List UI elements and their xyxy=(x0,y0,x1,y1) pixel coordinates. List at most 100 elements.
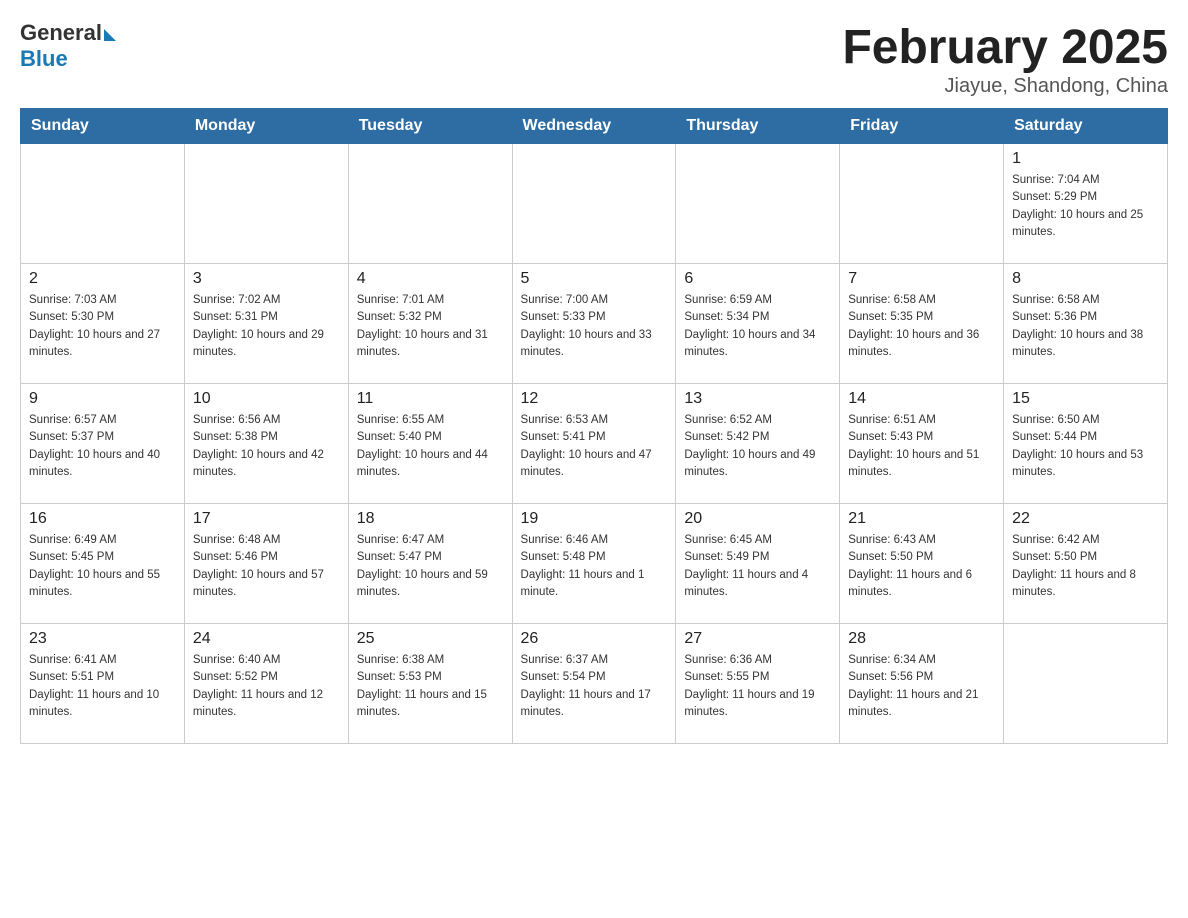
month-title: February 2025 xyxy=(842,20,1168,75)
header-row: SundayMondayTuesdayWednesdayThursdayFrid… xyxy=(21,109,1168,144)
day-number: 13 xyxy=(684,390,831,408)
day-number: 8 xyxy=(1012,270,1159,288)
day-info: Sunrise: 6:52 AMSunset: 5:42 PMDaylight:… xyxy=(684,412,831,481)
day-number: 7 xyxy=(848,270,995,288)
calendar-cell: 25 Sunrise: 6:38 AMSunset: 5:53 PMDayligh… xyxy=(348,624,512,744)
day-number: 26 xyxy=(521,630,668,648)
calendar-cell xyxy=(21,144,185,264)
calendar-cell xyxy=(1004,624,1168,744)
day-of-week-header: Sunday xyxy=(21,109,185,144)
day-number: 25 xyxy=(357,630,504,648)
title-section: February 2025 Jiayue, Shandong, China xyxy=(842,20,1168,98)
day-number: 23 xyxy=(29,630,176,648)
day-of-week-header: Saturday xyxy=(1004,109,1168,144)
calendar-cell: 24 Sunrise: 6:40 AMSunset: 5:52 PMDayligh… xyxy=(184,624,348,744)
calendar-cell: 7 Sunrise: 6:58 AMSunset: 5:35 PMDaylight… xyxy=(840,264,1004,384)
calendar-cell: 9 Sunrise: 6:57 AMSunset: 5:37 PMDaylight… xyxy=(21,384,185,504)
day-number: 10 xyxy=(193,390,340,408)
logo-blue-text: Blue xyxy=(20,46,68,72)
day-number: 6 xyxy=(684,270,831,288)
day-number: 27 xyxy=(684,630,831,648)
calendar-cell xyxy=(348,144,512,264)
calendar-cell: 21Sunrise: 6:43 AMSunset: 5:50 PMDayligh… xyxy=(840,504,1004,624)
day-info: Sunrise: 6:41 AMSunset: 5:51 PMDaylight:… xyxy=(29,652,176,721)
calendar-cell: 2Sunrise: 7:03 AMSunset: 5:30 PMDaylight… xyxy=(21,264,185,384)
calendar-cell: 17 Sunrise: 6:48 AMSunset: 5:46 PMDayligh… xyxy=(184,504,348,624)
day-of-week-header: Friday xyxy=(840,109,1004,144)
day-info: Sunrise: 6:45 AMSunset: 5:49 PMDaylight:… xyxy=(684,532,831,601)
calendar-cell: 4 Sunrise: 7:01 AMSunset: 5:32 PMDaylight… xyxy=(348,264,512,384)
page-header: General Blue February 2025 Jiayue, Shand… xyxy=(20,20,1168,98)
week-row: 1 Sunrise: 7:04 AMSunset: 5:29 PMDaylight… xyxy=(21,144,1168,264)
day-info: Sunrise: 6:48 AMSunset: 5:46 PMDaylight:… xyxy=(193,532,340,601)
week-row: 16Sunrise: 6:49 AMSunset: 5:45 PMDayligh… xyxy=(21,504,1168,624)
calendar-cell: 8 Sunrise: 6:58 AMSunset: 5:36 PMDaylight… xyxy=(1004,264,1168,384)
day-info: Sunrise: 6:55 AMSunset: 5:40 PMDaylight:… xyxy=(357,412,504,481)
calendar-cell xyxy=(512,144,676,264)
day-of-week-header: Tuesday xyxy=(348,109,512,144)
day-info: Sunrise: 6:36 AMSunset: 5:55 PMDaylight:… xyxy=(684,652,831,721)
day-info: Sunrise: 6:46 AMSunset: 5:48 PMDaylight:… xyxy=(521,532,668,601)
day-number: 9 xyxy=(29,390,176,408)
location-title: Jiayue, Shandong, China xyxy=(842,75,1168,98)
calendar-cell: 15 Sunrise: 6:50 AMSunset: 5:44 PMDayligh… xyxy=(1004,384,1168,504)
day-number: 19 xyxy=(521,510,668,528)
day-info: Sunrise: 6:53 AMSunset: 5:41 PMDaylight:… xyxy=(521,412,668,481)
day-info: Sunrise: 6:42 AMSunset: 5:50 PMDaylight:… xyxy=(1012,532,1159,601)
calendar-table: SundayMondayTuesdayWednesdayThursdayFrid… xyxy=(20,108,1168,744)
day-info: Sunrise: 6:58 AMSunset: 5:35 PMDaylight:… xyxy=(848,292,995,361)
logo-general-text: General xyxy=(20,20,102,46)
day-number: 15 xyxy=(1012,390,1159,408)
day-number: 18 xyxy=(357,510,504,528)
day-info: Sunrise: 6:57 AMSunset: 5:37 PMDaylight:… xyxy=(29,412,176,481)
calendar-cell: 19 Sunrise: 6:46 AMSunset: 5:48 PMDayligh… xyxy=(512,504,676,624)
calendar-cell: 3Sunrise: 7:02 AMSunset: 5:31 PMDaylight… xyxy=(184,264,348,384)
calendar-cell: 6 Sunrise: 6:59 AMSunset: 5:34 PMDaylight… xyxy=(676,264,840,384)
calendar-cell: 13 Sunrise: 6:52 AMSunset: 5:42 PMDayligh… xyxy=(676,384,840,504)
day-info: Sunrise: 7:00 AMSunset: 5:33 PMDaylight:… xyxy=(521,292,668,361)
day-number: 1 xyxy=(1012,150,1159,168)
day-number: 28 xyxy=(848,630,995,648)
calendar-cell: 10 Sunrise: 6:56 AMSunset: 5:38 PMDayligh… xyxy=(184,384,348,504)
day-number: 4 xyxy=(357,270,504,288)
calendar-body: 1 Sunrise: 7:04 AMSunset: 5:29 PMDaylight… xyxy=(21,144,1168,744)
calendar-cell: 26 Sunrise: 6:37 AMSunset: 5:54 PMDayligh… xyxy=(512,624,676,744)
day-info: Sunrise: 7:03 AMSunset: 5:30 PMDaylight:… xyxy=(29,292,176,361)
calendar-cell: 11 Sunrise: 6:55 AMSunset: 5:40 PMDayligh… xyxy=(348,384,512,504)
week-row: 9 Sunrise: 6:57 AMSunset: 5:37 PMDaylight… xyxy=(21,384,1168,504)
day-number: 20 xyxy=(684,510,831,528)
day-info: Sunrise: 6:34 AMSunset: 5:56 PMDaylight:… xyxy=(848,652,995,721)
calendar-cell: 27 Sunrise: 6:36 AMSunset: 5:55 PMDayligh… xyxy=(676,624,840,744)
calendar-cell: 12 Sunrise: 6:53 AMSunset: 5:41 PMDayligh… xyxy=(512,384,676,504)
calendar-cell: 28 Sunrise: 6:34 AMSunset: 5:56 PMDayligh… xyxy=(840,624,1004,744)
calendar-cell: 23 Sunrise: 6:41 AMSunset: 5:51 PMDayligh… xyxy=(21,624,185,744)
day-number: 17 xyxy=(193,510,340,528)
day-info: Sunrise: 6:43 AMSunset: 5:50 PMDaylight:… xyxy=(848,532,995,601)
day-info: Sunrise: 6:50 AMSunset: 5:44 PMDaylight:… xyxy=(1012,412,1159,481)
calendar-cell xyxy=(840,144,1004,264)
calendar-cell: 1 Sunrise: 7:04 AMSunset: 5:29 PMDaylight… xyxy=(1004,144,1168,264)
calendar-header: SundayMondayTuesdayWednesdayThursdayFrid… xyxy=(21,109,1168,144)
week-row: 2Sunrise: 7:03 AMSunset: 5:30 PMDaylight… xyxy=(21,264,1168,384)
day-info: Sunrise: 6:58 AMSunset: 5:36 PMDaylight:… xyxy=(1012,292,1159,361)
day-info: Sunrise: 6:40 AMSunset: 5:52 PMDaylight:… xyxy=(193,652,340,721)
day-info: Sunrise: 7:01 AMSunset: 5:32 PMDaylight:… xyxy=(357,292,504,361)
logo-arrow-icon xyxy=(104,29,116,41)
calendar-cell: 20 Sunrise: 6:45 AMSunset: 5:49 PMDayligh… xyxy=(676,504,840,624)
calendar-cell: 16Sunrise: 6:49 AMSunset: 5:45 PMDayligh… xyxy=(21,504,185,624)
day-number: 11 xyxy=(357,390,504,408)
day-info: Sunrise: 6:56 AMSunset: 5:38 PMDaylight:… xyxy=(193,412,340,481)
day-number: 16 xyxy=(29,510,176,528)
day-number: 24 xyxy=(193,630,340,648)
day-info: Sunrise: 6:37 AMSunset: 5:54 PMDaylight:… xyxy=(521,652,668,721)
day-of-week-header: Wednesday xyxy=(512,109,676,144)
day-info: Sunrise: 7:04 AMSunset: 5:29 PMDaylight:… xyxy=(1012,172,1159,241)
week-row: 23 Sunrise: 6:41 AMSunset: 5:51 PMDayligh… xyxy=(21,624,1168,744)
day-info: Sunrise: 6:38 AMSunset: 5:53 PMDaylight:… xyxy=(357,652,504,721)
day-info: Sunrise: 6:51 AMSunset: 5:43 PMDaylight:… xyxy=(848,412,995,481)
day-info: Sunrise: 6:59 AMSunset: 5:34 PMDaylight:… xyxy=(684,292,831,361)
day-number: 5 xyxy=(521,270,668,288)
day-number: 12 xyxy=(521,390,668,408)
day-number: 3 xyxy=(193,270,340,288)
day-number: 22 xyxy=(1012,510,1159,528)
